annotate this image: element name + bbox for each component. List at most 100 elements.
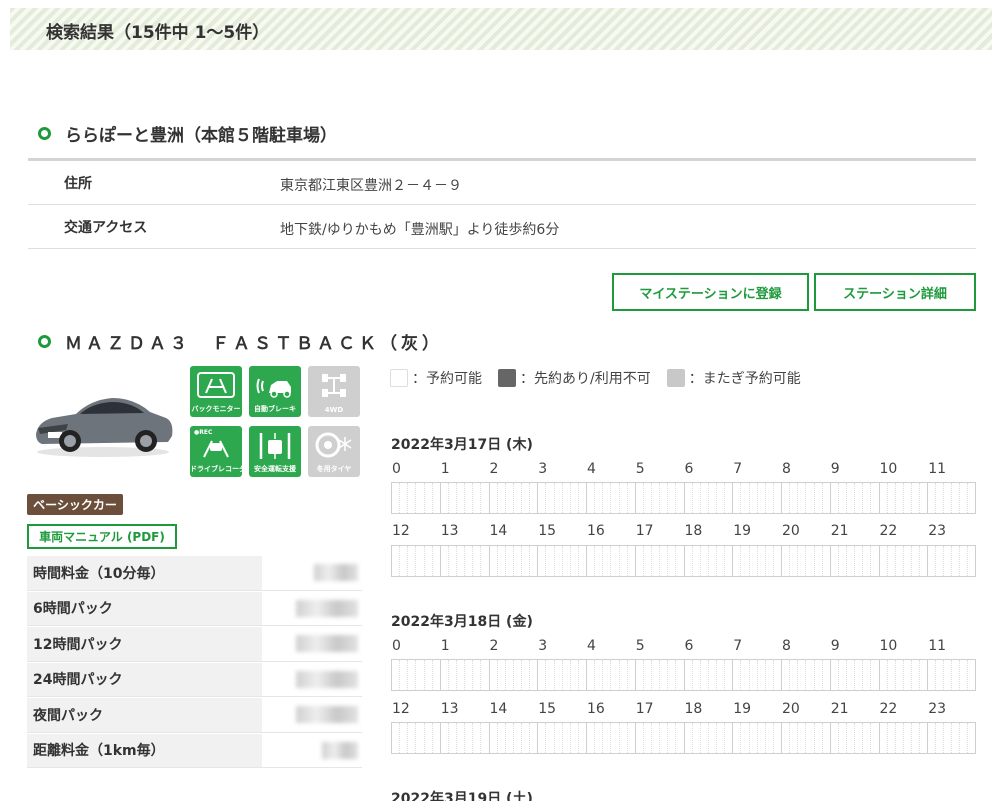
ten-minute-slot[interactable] xyxy=(831,660,839,690)
ten-minute-slot[interactable] xyxy=(603,483,612,513)
ten-minute-slot[interactable] xyxy=(660,546,669,576)
ten-minute-slot[interactable] xyxy=(449,483,457,513)
ten-minute-slot[interactable] xyxy=(831,723,839,753)
hour-slot[interactable] xyxy=(732,722,781,754)
ten-minute-slot[interactable] xyxy=(595,723,604,753)
ten-minute-slot[interactable] xyxy=(644,660,652,690)
ten-minute-slot[interactable] xyxy=(855,660,864,690)
ten-minute-slot[interactable] xyxy=(400,483,409,513)
hour-slot[interactable] xyxy=(537,545,586,577)
ten-minute-slot[interactable] xyxy=(904,723,912,753)
hour-slot[interactable] xyxy=(781,722,830,754)
ten-minute-slot[interactable] xyxy=(408,723,417,753)
hour-slot[interactable] xyxy=(927,482,976,514)
ten-minute-slot[interactable] xyxy=(571,483,579,513)
ten-minute-slot[interactable] xyxy=(847,546,856,576)
ten-minute-slot[interactable] xyxy=(758,723,766,753)
ten-minute-slot[interactable] xyxy=(668,546,677,576)
hour-slot[interactable] xyxy=(927,545,976,577)
ten-minute-slot[interactable] xyxy=(944,546,953,576)
ten-minute-slot[interactable] xyxy=(936,660,945,690)
ten-minute-slot[interactable] xyxy=(595,660,604,690)
ten-minute-slot[interactable] xyxy=(896,546,904,576)
ten-minute-slot[interactable] xyxy=(855,483,864,513)
ten-minute-slot[interactable] xyxy=(871,546,878,576)
ten-minute-slot[interactable] xyxy=(685,660,693,690)
hour-slot[interactable] xyxy=(732,545,781,577)
ten-minute-slot[interactable] xyxy=(636,546,644,576)
ten-minute-slot[interactable] xyxy=(733,546,742,576)
ten-minute-slot[interactable] xyxy=(750,660,758,690)
ten-minute-slot[interactable] xyxy=(522,723,531,753)
ten-minute-slot[interactable] xyxy=(620,660,628,690)
ten-minute-slot[interactable] xyxy=(806,660,815,690)
ten-minute-slot[interactable] xyxy=(579,660,586,690)
ten-minute-slot[interactable] xyxy=(920,546,927,576)
ten-minute-slot[interactable] xyxy=(863,546,872,576)
ten-minute-slot[interactable] xyxy=(847,723,856,753)
ten-minute-slot[interactable] xyxy=(823,483,830,513)
hour-slot[interactable] xyxy=(878,482,928,514)
ten-minute-slot[interactable] xyxy=(555,723,563,753)
ten-minute-slot[interactable] xyxy=(587,723,596,753)
ten-minute-slot[interactable] xyxy=(457,660,466,690)
ten-minute-slot[interactable] xyxy=(701,546,709,576)
hour-slot[interactable] xyxy=(878,545,928,577)
ten-minute-slot[interactable] xyxy=(644,483,652,513)
ten-minute-slot[interactable] xyxy=(968,660,975,690)
ten-minute-slot[interactable] xyxy=(416,723,425,753)
ten-minute-slot[interactable] xyxy=(433,483,440,513)
ten-minute-slot[interactable] xyxy=(709,546,717,576)
hour-slot[interactable] xyxy=(878,722,928,754)
hour-slot[interactable] xyxy=(488,659,538,691)
ten-minute-slot[interactable] xyxy=(571,660,579,690)
ten-minute-slot[interactable] xyxy=(408,483,417,513)
ten-minute-slot[interactable] xyxy=(506,660,514,690)
ten-minute-slot[interactable] xyxy=(628,660,635,690)
ten-minute-slot[interactable] xyxy=(595,483,604,513)
ten-minute-slot[interactable] xyxy=(644,723,652,753)
ten-minute-slot[interactable] xyxy=(392,546,401,576)
ten-minute-slot[interactable] xyxy=(871,483,878,513)
ten-minute-slot[interactable] xyxy=(960,483,969,513)
hour-slot[interactable] xyxy=(586,482,635,514)
ten-minute-slot[interactable] xyxy=(555,660,563,690)
ten-minute-slot[interactable] xyxy=(538,546,547,576)
ten-minute-slot[interactable] xyxy=(514,660,522,690)
ten-minute-slot[interactable] xyxy=(392,660,401,690)
ten-minute-slot[interactable] xyxy=(433,660,440,690)
ten-minute-slot[interactable] xyxy=(620,483,628,513)
ten-minute-slot[interactable] xyxy=(400,546,409,576)
ten-minute-slot[interactable] xyxy=(936,483,945,513)
ten-minute-slot[interactable] xyxy=(522,483,531,513)
ten-minute-slot[interactable] xyxy=(530,660,537,690)
ten-minute-slot[interactable] xyxy=(815,546,823,576)
ten-minute-slot[interactable] xyxy=(579,483,586,513)
ten-minute-slot[interactable] xyxy=(571,546,579,576)
ten-minute-slot[interactable] xyxy=(611,546,620,576)
hour-slot[interactable] xyxy=(586,722,635,754)
ten-minute-slot[interactable] xyxy=(685,483,693,513)
hour-slot[interactable] xyxy=(683,482,733,514)
ten-minute-slot[interactable] xyxy=(741,546,750,576)
ten-minute-slot[interactable] xyxy=(563,660,571,690)
ten-minute-slot[interactable] xyxy=(481,546,488,576)
ten-minute-slot[interactable] xyxy=(863,723,872,753)
ten-minute-slot[interactable] xyxy=(709,660,717,690)
ten-minute-slot[interactable] xyxy=(465,546,474,576)
ten-minute-slot[interactable] xyxy=(880,660,888,690)
ten-minute-slot[interactable] xyxy=(693,723,701,753)
ten-minute-slot[interactable] xyxy=(717,483,726,513)
ten-minute-slot[interactable] xyxy=(555,483,563,513)
ten-minute-slot[interactable] xyxy=(839,723,847,753)
ten-minute-slot[interactable] xyxy=(839,660,847,690)
ten-minute-slot[interactable] xyxy=(579,546,586,576)
ten-minute-slot[interactable] xyxy=(701,660,709,690)
station-detail-button[interactable]: ステーション詳細 xyxy=(814,273,976,311)
ten-minute-slot[interactable] xyxy=(563,483,571,513)
ten-minute-slot[interactable] xyxy=(790,660,799,690)
ten-minute-slot[interactable] xyxy=(717,723,726,753)
ten-minute-slot[interactable] xyxy=(815,723,823,753)
ten-minute-slot[interactable] xyxy=(968,483,975,513)
ten-minute-slot[interactable] xyxy=(652,660,661,690)
